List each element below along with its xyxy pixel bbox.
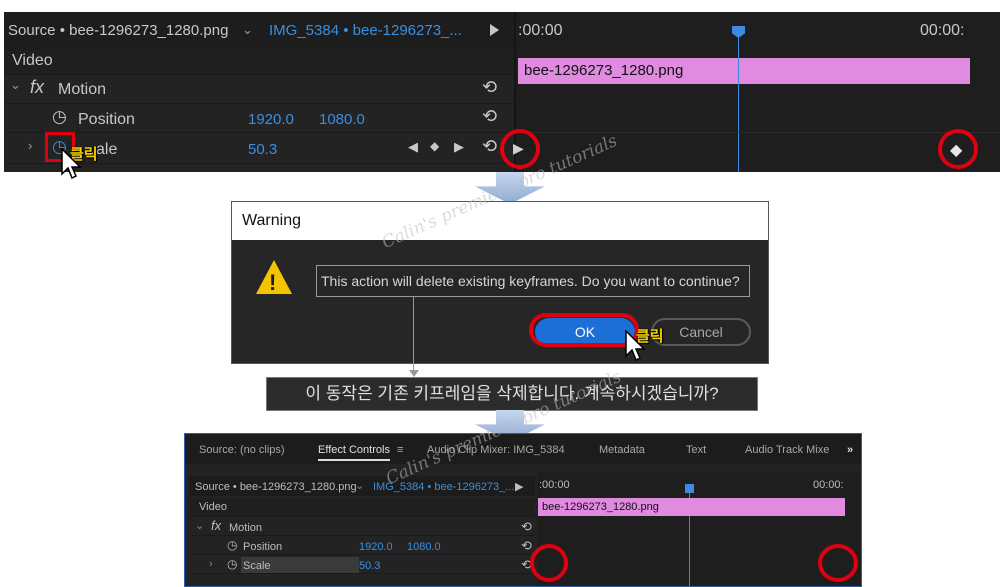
position-label: Position (78, 111, 135, 128)
position-row: ◷ Position 1920.0 1080.0 ⟲ (189, 536, 535, 555)
sequence-clip-label[interactable]: IMG_5384 • bee-1296273_... (269, 22, 462, 39)
reset-icon[interactable]: ⟲ (482, 106, 497, 127)
timecode-end: 00:00: (813, 479, 844, 491)
playhead-line[interactable] (738, 38, 739, 172)
clip-bar[interactable]: bee-1296273_1280.png (518, 58, 970, 84)
position-x-value[interactable]: 1920.0 (359, 541, 393, 553)
fx-icon[interactable]: fx (30, 77, 44, 98)
motion-label: Motion (58, 81, 107, 98)
highlight-circle-left (530, 544, 568, 582)
position-y-value[interactable]: 1080.0 (407, 541, 441, 553)
tab-menu-icon[interactable]: ≡ (397, 444, 403, 456)
source-clip-label[interactable]: Source • bee-1296273_1280.png (195, 481, 357, 493)
play-icon[interactable] (490, 24, 499, 36)
chevron-right-icon[interactable]: › (28, 138, 32, 153)
stopwatch-icon[interactable]: ◷ (227, 538, 237, 552)
tab-audio-track-mixer[interactable]: Audio Track Mixe (745, 444, 829, 456)
dialog-title: Warning (242, 212, 301, 229)
source-clip-label[interactable]: Source • bee-1296273_1280.png (8, 22, 228, 39)
highlight-circle-right (818, 544, 858, 582)
highlight-ok (529, 313, 639, 347)
overflow-icon[interactable]: » (847, 444, 853, 456)
tab-source[interactable]: Source: (no clips) (199, 444, 285, 456)
position-x-value[interactable]: 1920.0 (248, 111, 294, 128)
cursor-icon (61, 148, 82, 180)
chevron-down-icon[interactable]: ⌄ (10, 77, 21, 93)
highlight-circle-right (938, 129, 978, 169)
fx-icon[interactable]: fx (211, 518, 221, 533)
chevron-down-icon[interactable]: ⌄ (355, 479, 364, 492)
warning-exclamation: ! (269, 270, 277, 295)
reset-icon[interactable]: ⟲ (482, 136, 497, 157)
chevron-right-icon[interactable]: › (209, 558, 213, 570)
video-section-row: Video (189, 498, 535, 517)
next-keyframe-icon[interactable]: ▶ (454, 139, 464, 155)
position-y-value[interactable]: 1080.0 (319, 111, 365, 128)
timecode-end: 00:00: (920, 22, 965, 39)
cursor-icon (625, 330, 646, 362)
timecode-start: :00:00 (518, 22, 563, 39)
reset-icon[interactable]: ⟲ (521, 538, 532, 554)
tab-effect-controls[interactable]: Effect Controls (318, 444, 390, 461)
reset-icon[interactable]: ⟲ (521, 519, 532, 535)
connector-arrow-icon (409, 370, 419, 377)
add-keyframe-icon[interactable]: ◆ (430, 139, 439, 153)
dialog-titlebar (232, 202, 768, 240)
cancel-button[interactable]: Cancel (651, 318, 751, 346)
highlight-circle-left (500, 129, 540, 169)
position-label: Position (243, 541, 283, 553)
warning-dialog: Warning ! This action will delete existi… (231, 201, 769, 364)
translation-caption: 이 동작은 기존 키프레임을 삭제합니다. 계속하시겠습니까? (266, 377, 758, 411)
motion-effect-row[interactable]: ⌄ fx Motion ⟲ (4, 75, 514, 104)
video-section-label: Video (199, 501, 227, 513)
warning-message: This action will delete existing keyfram… (316, 265, 750, 297)
scale-label: Scale (243, 560, 271, 572)
video-section-label: Video (12, 52, 53, 69)
effect-controls-panel-after: Source: (no clips) Effect Controls ≡ Aud… (184, 433, 862, 587)
scale-label: ale (96, 141, 118, 158)
previous-keyframe-icon[interactable]: ◀ (408, 139, 418, 155)
stopwatch-icon[interactable]: ◷ (52, 107, 67, 127)
play-icon[interactable]: ▶ (515, 480, 523, 493)
chevron-down-icon[interactable]: ⌄ (195, 519, 204, 532)
track-divider (516, 132, 1000, 133)
timecode-start: :00:00 (539, 479, 570, 491)
connector-line (413, 296, 414, 374)
video-section-row: Video (4, 50, 514, 75)
scale-row: › ◷ Scale 50.3 ⟲ (189, 555, 535, 574)
motion-label: Motion (229, 522, 263, 534)
scale-value[interactable]: 50.3 (359, 560, 380, 572)
scale-value[interactable]: 50.3 (248, 141, 277, 158)
stopwatch-icon[interactable]: ◷ (227, 557, 237, 571)
tab-metadata[interactable]: Metadata (599, 444, 645, 456)
clip-bar[interactable]: bee-1296273_1280.png (538, 498, 845, 516)
tab-text[interactable]: Text (686, 444, 706, 456)
position-row: ◷ Position 1920.0 1080.0 ⟲ (4, 104, 514, 133)
motion-effect-row[interactable]: ⌄ fx Motion ⟲ (189, 517, 535, 536)
chevron-down-icon[interactable]: ⌄ (242, 22, 253, 38)
reset-icon[interactable]: ⟲ (482, 77, 497, 98)
